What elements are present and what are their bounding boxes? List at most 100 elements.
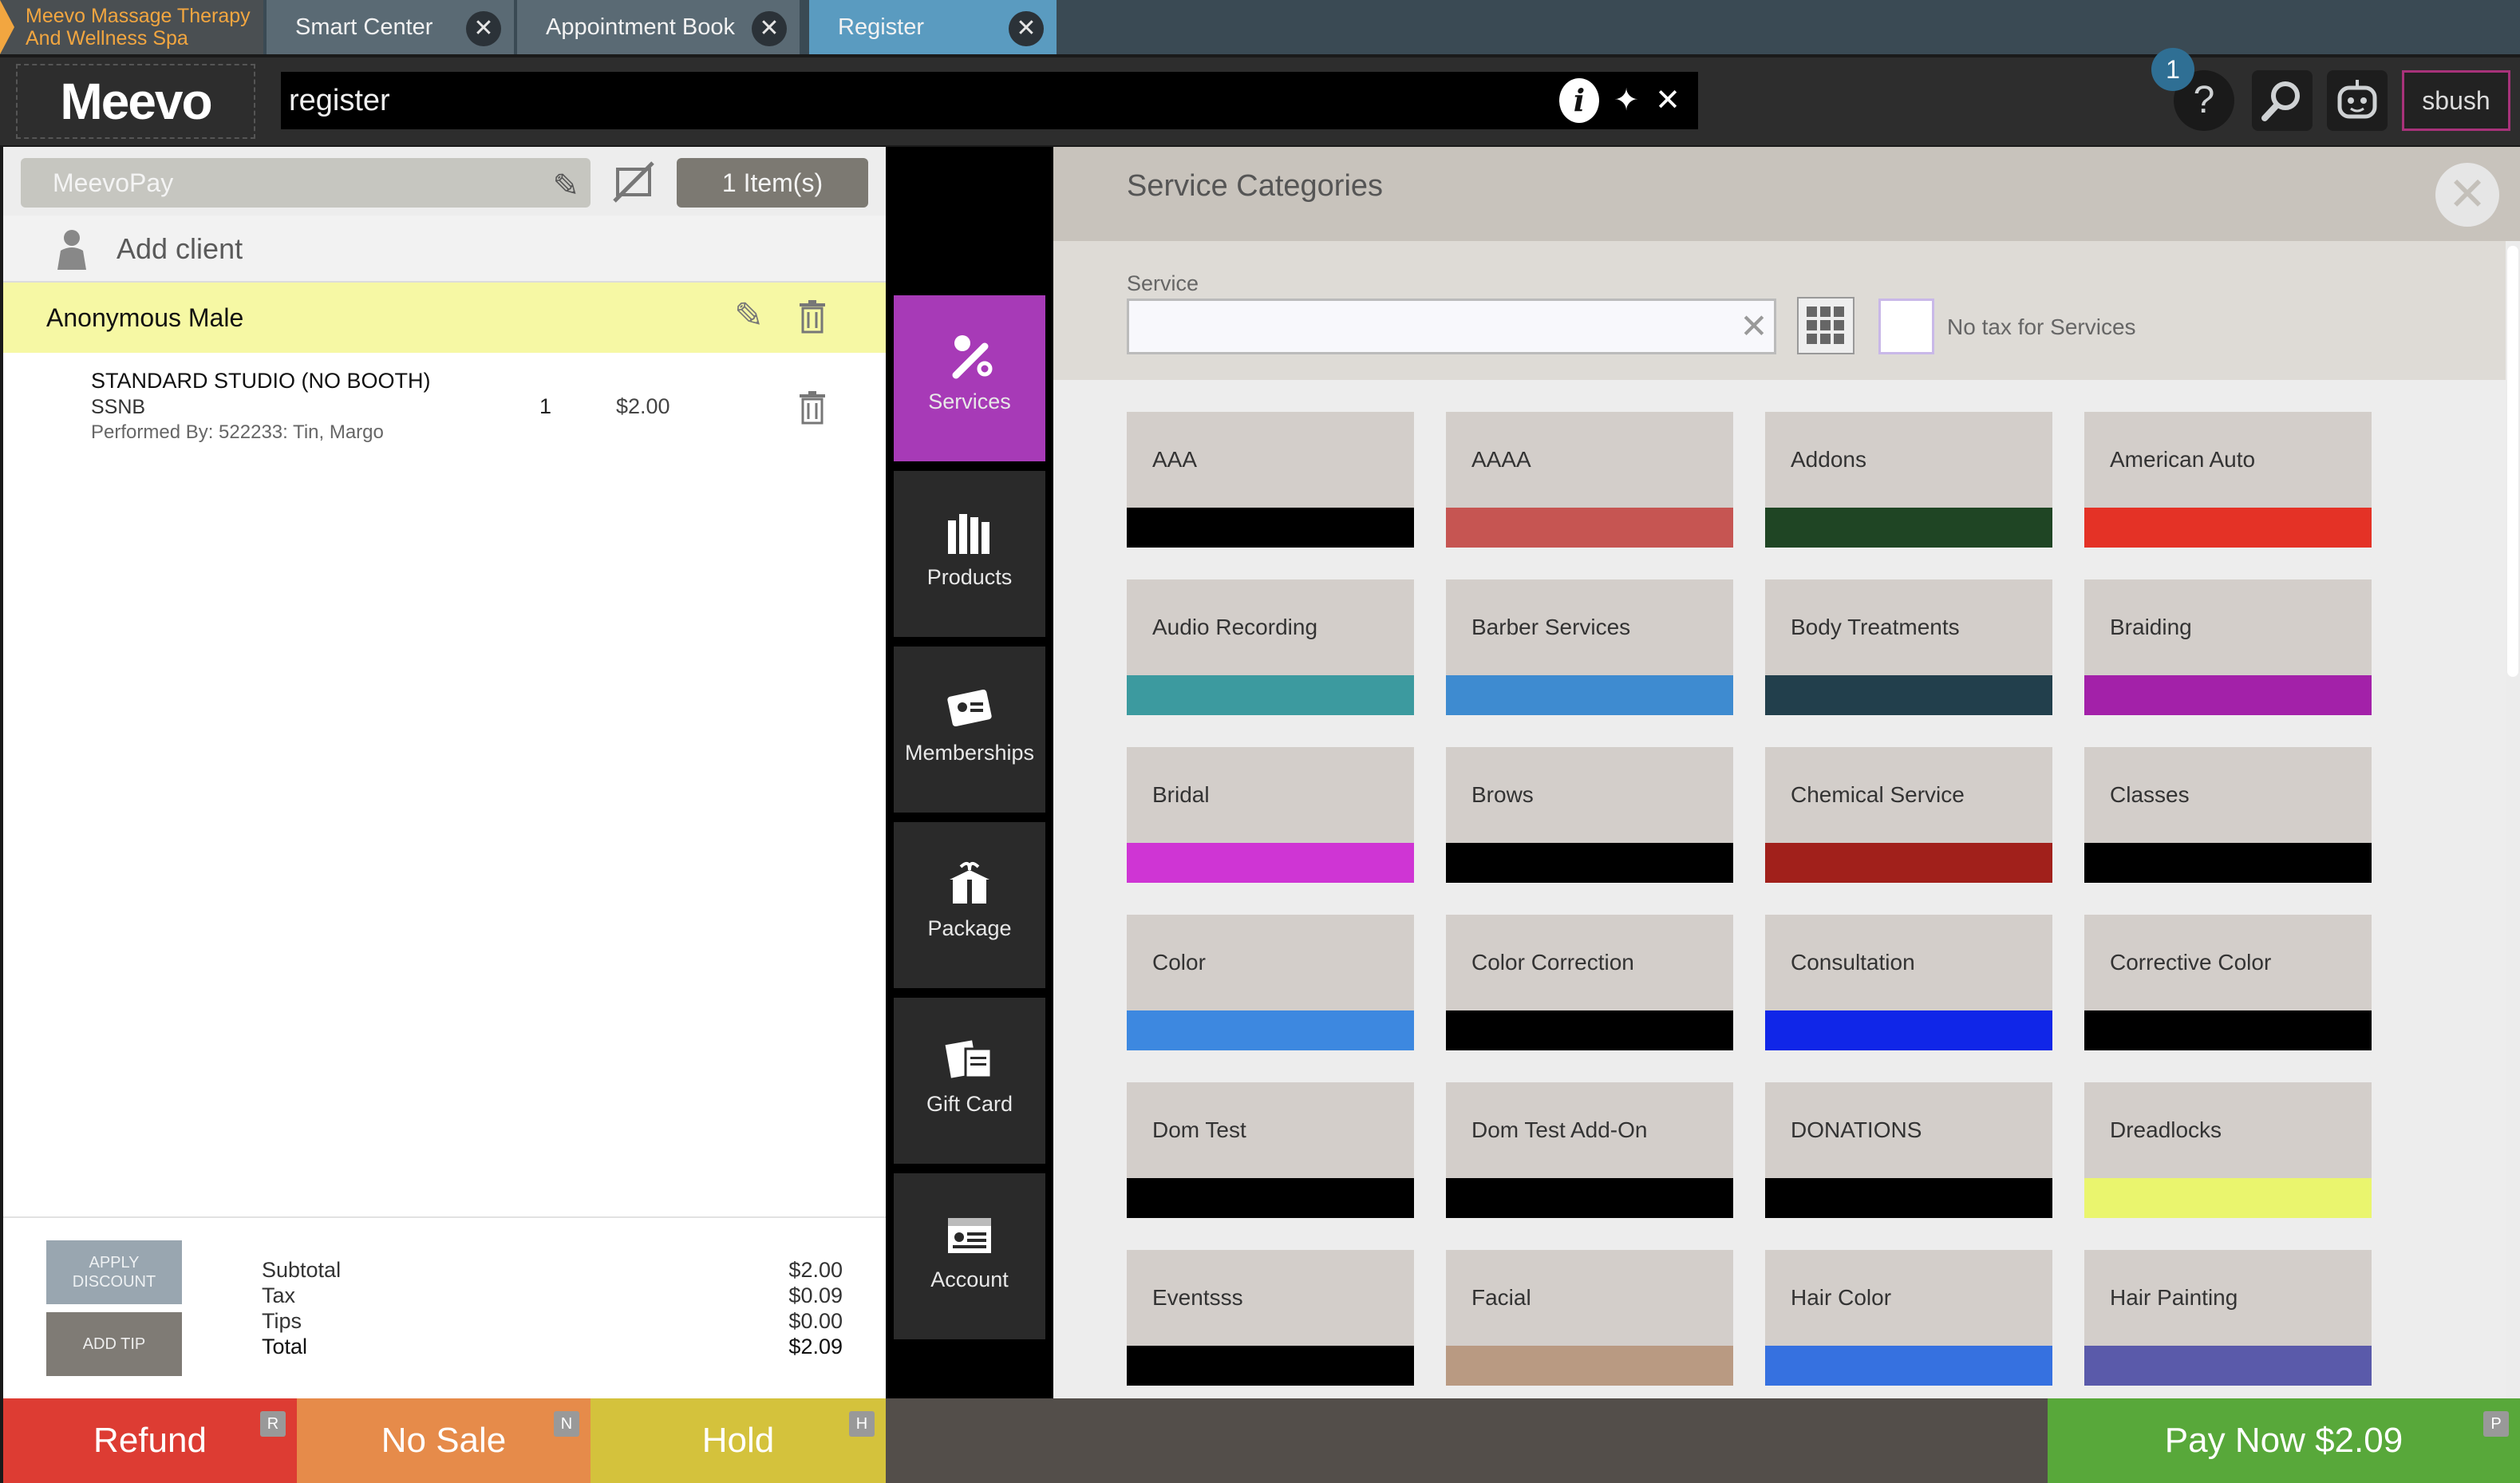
categories-title: Service Categories — [1127, 169, 1384, 203]
payment-method-field[interactable]: MeevoPay ✎ — [21, 158, 591, 208]
category-color-bar — [1127, 1010, 1414, 1050]
close-icon[interactable]: ✕ — [752, 11, 787, 46]
notification-badge[interactable]: 1 — [2151, 48, 2194, 91]
shortcut-key: N — [554, 1411, 579, 1437]
close-icon[interactable]: ✕ — [1009, 11, 1044, 46]
category-tile[interactable]: Chemical Service — [1765, 747, 2052, 883]
service-field-label: Service — [1127, 271, 1199, 295]
pay-now-button[interactable]: Pay Now $2.09 P — [2048, 1398, 2520, 1483]
info-icon[interactable]: i — [1559, 78, 1599, 123]
user-menu-button[interactable]: sbush — [2402, 70, 2510, 131]
category-name: AAA — [1152, 447, 1198, 472]
grid-svg — [1807, 306, 1844, 344]
clear-search-icon[interactable]: ✕ — [1647, 78, 1689, 123]
category-tile[interactable]: Dreadlocks — [2084, 1082, 2372, 1218]
nav-products[interactable]: Products — [894, 471, 1045, 637]
category-tile[interactable]: Dom Test — [1127, 1082, 1414, 1218]
category-tile[interactable]: Audio Recording — [1127, 579, 1414, 715]
pay-now-label: Pay Now $2.09 — [2164, 1421, 2403, 1460]
no-sale-button[interactable]: No Sale N — [297, 1398, 591, 1483]
category-color-bar — [1446, 1010, 1733, 1050]
hold-button[interactable]: Hold H — [591, 1398, 886, 1483]
tab-appointment-book[interactable]: Appointment Book ✕ — [517, 0, 800, 54]
no-tip-icon[interactable] — [608, 158, 659, 208]
tab-smart-center[interactable]: Smart Center ✕ — [267, 0, 514, 54]
category-name: Eventsss — [1152, 1285, 1243, 1310]
category-tile[interactable]: Classes — [2084, 747, 2372, 883]
nav-account[interactable]: Account — [894, 1173, 1045, 1339]
category-tile[interactable]: AAAA — [1446, 412, 1733, 548]
category-tile[interactable]: American Auto — [2084, 412, 2372, 548]
category-color-bar — [1446, 675, 1733, 715]
company-name: Meevo Massage Therapy And Wellness Spa — [26, 5, 251, 49]
close-icon[interactable]: ✕ — [466, 11, 501, 46]
category-color-bar — [1765, 1178, 2052, 1218]
assistant-icon[interactable] — [2327, 70, 2388, 131]
close-panel-icon[interactable]: ✕ — [2435, 163, 2499, 227]
category-tile[interactable]: Corrective Color — [2084, 915, 2372, 1050]
refund-button[interactable]: Refund R — [3, 1398, 297, 1483]
meevo-logo[interactable]: Meevo — [16, 64, 255, 139]
category-color-bar — [1127, 675, 1414, 715]
category-name: Dom Test Add-On — [1471, 1117, 1648, 1142]
category-tile[interactable]: Dom Test Add-On — [1446, 1082, 1733, 1218]
category-tile[interactable]: Braiding — [2084, 579, 2372, 715]
grid-view-icon[interactable] — [1797, 297, 1854, 354]
nav-services[interactable]: Services — [894, 295, 1045, 461]
service-search-input[interactable] — [1127, 299, 1776, 354]
scrollbar-thumb[interactable] — [2507, 246, 2518, 677]
category-tile[interactable]: AAA — [1127, 412, 1414, 548]
apply-discount-button[interactable]: APPLY DISCOUNT — [46, 1240, 182, 1304]
clear-service-icon[interactable]: ✕ — [1736, 306, 1772, 346]
category-color-bar — [1446, 1178, 1733, 1218]
category-color-bar — [2084, 675, 2372, 715]
trash-svg — [800, 300, 825, 334]
subtotal-value: $2.00 — [788, 1258, 843, 1282]
category-tile[interactable]: Body Treatments — [1765, 579, 2052, 715]
pencil-icon[interactable]: ✎ — [552, 161, 579, 211]
hold-label: Hold — [701, 1421, 775, 1460]
add-tip-button[interactable]: ADD TIP — [46, 1312, 182, 1376]
category-tile[interactable]: Hair Painting — [2084, 1250, 2372, 1386]
edit-client-pencil-icon[interactable]: ✎ — [734, 295, 764, 336]
sparkle-icon[interactable]: ✦ — [1606, 78, 1647, 123]
category-tile[interactable]: Facial — [1446, 1250, 1733, 1386]
category-tile[interactable]: Hair Color — [1765, 1250, 2052, 1386]
category-tile[interactable]: Consultation — [1765, 915, 2052, 1050]
category-tile[interactable]: Color — [1127, 915, 1414, 1050]
category-name: DONATIONS — [1791, 1117, 1922, 1142]
delete-line-trash-icon[interactable] — [798, 391, 827, 429]
category-color-bar — [2084, 508, 2372, 548]
line-item-price[interactable]: $2.00 — [616, 394, 670, 419]
trash-svg — [800, 391, 825, 425]
nav-label: Memberships — [904, 741, 1035, 765]
nav-memberships[interactable]: Memberships — [894, 647, 1045, 813]
category-name: Hair Color — [1791, 1285, 1892, 1310]
category-tile[interactable]: Barber Services — [1446, 579, 1733, 715]
no-tax-checkbox[interactable] — [1878, 299, 1934, 354]
global-search-input[interactable]: register — [281, 72, 1698, 129]
items-count-button[interactable]: 1 Item(s) — [677, 158, 868, 208]
tab-register[interactable]: Register ✕ — [809, 0, 1057, 54]
line-item-qty[interactable]: 1 — [539, 394, 551, 419]
services-icon — [894, 295, 1045, 390]
category-name: Bridal — [1152, 782, 1210, 807]
search-icon[interactable] — [2252, 70, 2313, 131]
nav-package[interactable]: Package — [894, 822, 1045, 988]
refund-label: Refund — [93, 1421, 207, 1460]
category-tile[interactable]: Eventsss — [1127, 1250, 1414, 1386]
add-client-row[interactable]: Add client — [3, 216, 886, 283]
category-name: Body Treatments — [1791, 615, 1960, 639]
category-name: Hair Painting — [2110, 1285, 2238, 1310]
line-item-code: SSNB — [91, 396, 146, 418]
nav-gift-card[interactable]: Gift Card — [894, 998, 1045, 1164]
delete-client-trash-icon[interactable] — [798, 300, 827, 338]
category-color-bar — [1446, 1346, 1733, 1386]
category-tile[interactable]: Brows — [1446, 747, 1733, 883]
category-tile[interactable]: DONATIONS — [1765, 1082, 2052, 1218]
add-client-label: Add client — [117, 232, 243, 265]
category-tile[interactable]: Addons — [1765, 412, 2052, 548]
category-tile[interactable]: Color Correction — [1446, 915, 1733, 1050]
category-tile[interactable]: Bridal — [1127, 747, 1414, 883]
tab-company[interactable]: Meevo Massage Therapy And Wellness Spa — [0, 0, 263, 54]
